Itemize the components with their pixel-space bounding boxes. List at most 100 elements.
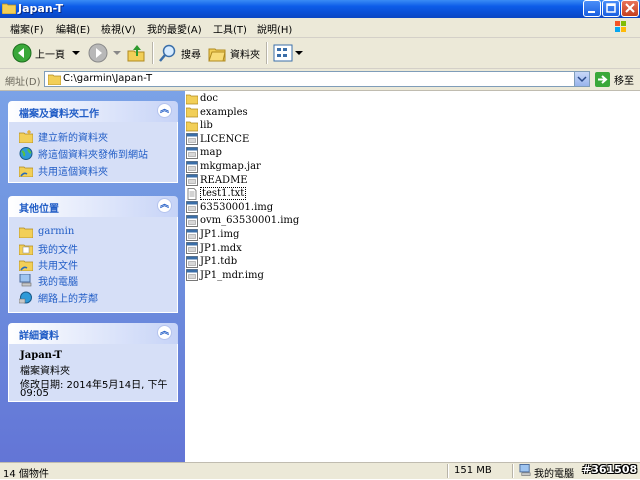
file-name: README (200, 174, 248, 186)
file-name: examples (200, 106, 248, 118)
place-garmin[interactable]: garmin (19, 225, 74, 238)
dropdown-arrow-icon (113, 51, 121, 55)
file-list-item[interactable]: test1.txt (186, 187, 247, 201)
collapse-icon[interactable]: ︽ (157, 198, 172, 213)
file-name: map (200, 147, 222, 159)
generic-file-icon (186, 133, 198, 146)
file-name: JP1.mdx (200, 242, 242, 254)
place-my-computer[interactable]: 我的電腦 (19, 273, 78, 288)
minimize-icon (588, 11, 595, 13)
place-my-documents[interactable]: 我的文件 (19, 241, 78, 256)
address-input[interactable]: C:\garmin\Japan-T (44, 71, 590, 87)
file-list-item[interactable]: lib (186, 119, 213, 132)
collapse-icon[interactable]: ︽ (157, 325, 172, 340)
forward-arrow-icon (88, 43, 108, 63)
folder-icon (186, 107, 198, 118)
menu-help[interactable]: 說明(H) (257, 21, 292, 36)
panel-header[interactable]: 檔案及資料夾工作 ︽ (8, 101, 178, 122)
dropdown-arrow-icon (295, 51, 303, 55)
folder-icon (48, 74, 61, 85)
file-list-item[interactable]: doc (186, 92, 218, 105)
file-list-item[interactable]: examples (186, 106, 248, 119)
documents-folder-icon (19, 244, 33, 255)
go-button[interactable]: 移至 (595, 71, 637, 87)
panel-title: 詳細資料 (19, 331, 59, 342)
watermark-text: #361508 (582, 463, 638, 476)
file-folder-tasks-panel: 檔案及資料夾工作 ︽ 建立新的資料夾 將這個資料夾發佈到網站 共用這個資料夾 (8, 101, 178, 183)
close-icon (625, 3, 635, 13)
file-name: lib (200, 120, 213, 132)
folders-label: 資料夾 (230, 49, 260, 61)
address-label: 網址(D) (5, 77, 41, 88)
minimize-button[interactable] (583, 0, 601, 17)
close-button[interactable] (621, 0, 639, 17)
file-name: JP1_mdr.img (200, 269, 264, 281)
maximize-button[interactable] (602, 0, 620, 17)
file-list-item[interactable]: LICENCE (186, 133, 249, 146)
menu-tools[interactable]: 工具(T) (213, 21, 247, 36)
generic-file-icon (186, 242, 198, 254)
file-list-item[interactable]: JP1.img (186, 228, 239, 241)
file-list-item[interactable]: JP1_mdr.img (186, 269, 264, 282)
place-shared-documents[interactable]: 共用文件 (19, 257, 78, 272)
file-list-item[interactable]: README (186, 174, 248, 187)
views-button[interactable] (273, 42, 303, 64)
title-bar[interactable]: Japan-T (0, 0, 640, 18)
menu-file[interactable]: 檔案(F) (10, 21, 44, 36)
panel-title: 其他位置 (19, 204, 59, 215)
panel-header[interactable]: 其他位置 ︽ (8, 196, 178, 217)
menu-favorites[interactable]: 我的最愛(A) (147, 21, 202, 36)
file-name: LICENCE (200, 133, 250, 145)
address-dropdown-button[interactable] (574, 72, 589, 86)
address-path: C:\garmin\Japan-T (63, 73, 153, 84)
file-name: doc (200, 93, 219, 104)
computer-icon (19, 274, 32, 287)
address-bar: 網址(D) C:\garmin\Japan-T 移至 (0, 69, 640, 91)
panel-header[interactable]: 詳細資料 ︽ (8, 323, 178, 344)
file-name: mkgmap.jar (200, 161, 261, 172)
file-name: JP1.img (200, 229, 240, 240)
go-label: 移至 (614, 75, 634, 87)
file-list-item[interactable]: JP1.tdb (186, 255, 237, 268)
forward-button[interactable] (88, 42, 122, 64)
folders-icon (208, 48, 226, 62)
views-icon (273, 44, 293, 62)
task-share-folder[interactable]: 共用這個資料夾 (19, 163, 108, 178)
up-folder-button[interactable] (126, 42, 146, 64)
network-icon (19, 291, 32, 304)
details-modified-time: 09:05 (20, 388, 49, 399)
folder-icon (19, 227, 33, 238)
menu-edit[interactable]: 編輯(E) (56, 21, 90, 36)
file-name: 63530001.img (200, 201, 274, 213)
file-list-item[interactable]: ovm_63530001.img (186, 214, 299, 227)
file-list-item[interactable]: 63530001.img (186, 201, 273, 214)
shared-folder-icon (19, 260, 33, 271)
file-list-item[interactable]: map (186, 146, 222, 159)
file-list-item[interactable]: JP1.mdx (186, 242, 242, 255)
generic-file-icon (186, 255, 198, 268)
generic-file-icon (186, 201, 198, 214)
toolbar: 上一頁 搜尋 資料夾 (0, 38, 640, 69)
panel-title: 檔案及資料夾工作 (19, 109, 99, 120)
total-size: 151 MB (454, 465, 492, 476)
task-publish-web[interactable]: 將這個資料夾發佈到網站 (19, 146, 148, 161)
shared-folder-icon (19, 166, 33, 177)
new-folder-icon (19, 130, 33, 143)
windows-logo-icon (606, 19, 636, 36)
place-network[interactable]: 網路上的芳鄰 (19, 290, 98, 305)
generic-file-icon (186, 146, 198, 159)
folder-icon (186, 94, 198, 104)
task-pane: 檔案及資料夾工作 ︽ 建立新的資料夾 將這個資料夾發佈到網站 共用這個資料夾 其… (0, 91, 185, 462)
generic-file-icon (186, 160, 198, 173)
search-button[interactable]: 搜尋 (158, 42, 201, 64)
back-button[interactable]: 上一頁 (12, 42, 81, 64)
collapse-icon[interactable]: ︽ (157, 103, 172, 118)
back-arrow-icon (12, 43, 32, 63)
text-file-icon (187, 187, 197, 200)
file-list-item[interactable]: mkgmap.jar (186, 160, 261, 173)
folders-button[interactable]: 資料夾 (207, 42, 260, 64)
menu-view[interactable]: 檢視(V) (101, 21, 136, 36)
task-new-folder[interactable]: 建立新的資料夾 (19, 129, 108, 144)
folder-icon (2, 3, 16, 14)
file-name: JP1.tdb (200, 256, 238, 268)
